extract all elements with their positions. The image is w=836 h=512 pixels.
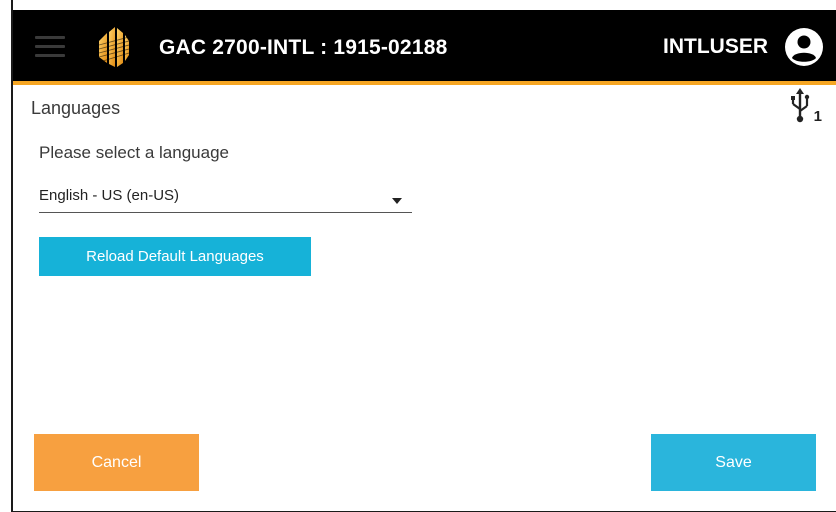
device-title: GAC 2700-INTL : 1915-02188 bbox=[159, 36, 448, 59]
language-prompt: Please select a language bbox=[39, 143, 229, 162]
cancel-button[interactable]: Cancel bbox=[34, 434, 199, 491]
save-button[interactable]: Save bbox=[651, 434, 816, 491]
app-window: GAC 2700-INTL : 1915-02188 INTLUSER Lang… bbox=[11, 0, 836, 512]
screen-bezel bbox=[0, 0, 11, 512]
menu-icon[interactable] bbox=[35, 36, 65, 58]
reload-default-languages-button[interactable]: Reload Default Languages bbox=[39, 237, 311, 276]
account-icon[interactable] bbox=[784, 27, 824, 67]
language-select-value: English - US (en-US) bbox=[39, 187, 180, 204]
company-logo bbox=[98, 27, 130, 67]
dropdown-caret-icon bbox=[392, 198, 402, 204]
top-app-bar: GAC 2700-INTL : 1915-02188 INTLUSER bbox=[13, 10, 836, 85]
page-title: Languages bbox=[31, 98, 121, 118]
username-label[interactable]: INTLUSER bbox=[663, 35, 768, 59]
usb-device-count: 1 bbox=[813, 108, 822, 125]
language-select[interactable]: English - US (en-US) bbox=[39, 185, 412, 213]
